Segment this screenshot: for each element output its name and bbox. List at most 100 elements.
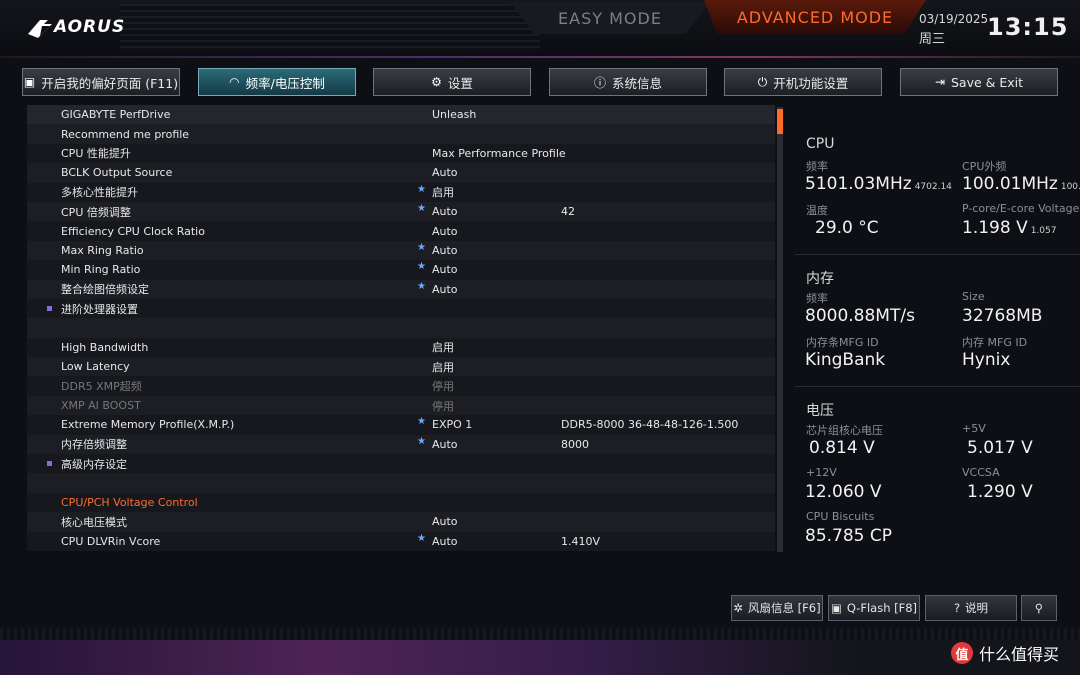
star-icon: ★ (417, 416, 426, 428)
search-button[interactable]: ⚲ (1021, 595, 1057, 621)
easy-mode-button[interactable]: EASY MODE (510, 2, 710, 34)
star-icon: ★ (417, 435, 426, 447)
info-divider (795, 386, 1080, 387)
setting-row-recommend-profile[interactable]: Recommend me profile (27, 124, 775, 144)
section-title: CPU/PCH Voltage Control (61, 496, 198, 509)
setting-row-vcore-mode[interactable]: 核心电压模式 Auto (27, 512, 775, 532)
watermark-text: 什么值得买 (979, 645, 1060, 664)
tab-frequency-voltage[interactable]: ◠ 频率/电压控制 (198, 68, 356, 96)
cpu-temp-label: 温度 (806, 204, 828, 217)
setting-row-cpu-boost[interactable]: CPU 性能提升 Max Performance Profile (27, 143, 775, 164)
setting-name: CPU 倍频调整 (61, 205, 131, 219)
setting-value[interactable]: Auto (432, 283, 458, 296)
setting-value[interactable]: Auto (432, 535, 458, 548)
search-icon: ⚲ (1034, 601, 1044, 615)
help-icon: ? (953, 601, 961, 615)
setting-row-ddr5-xmp: DDR5 XMP超频 停用 (27, 376, 775, 396)
setting-value[interactable]: Unleash (432, 108, 476, 121)
watermark-badge: 值 (951, 642, 973, 664)
tab-save-exit[interactable]: ⇥ Save & Exit (900, 68, 1058, 96)
v12-label: +12V (806, 466, 837, 479)
cpu-bclk-value: 100.01MHz100.0 (962, 174, 1080, 194)
memory-mfg-label: 内存条MFG ID (806, 336, 879, 349)
setting-name: 整合绘图倍频设定 (61, 283, 149, 297)
setting-row-xmp-profile[interactable]: Extreme Memory Profile(X.M.P.) ★ EXPO 1 … (27, 415, 775, 435)
setting-row-perfdrive[interactable]: GIGABYTE PerfDrive Unleash (27, 105, 775, 125)
setting-name: Max Ring Ratio (61, 243, 144, 257)
cpu-section-title: CPU (806, 136, 835, 152)
tab-boot[interactable]: ⏻ 开机功能设置 (724, 68, 882, 96)
setting-name: High Bandwidth (61, 340, 149, 354)
help-label: 说明 (965, 601, 989, 615)
scrollbar-thumb[interactable] (777, 109, 783, 134)
memory-mfg-value: KingBank (805, 350, 886, 370)
qflash-button[interactable]: ▣ Q-Flash [F8] (828, 595, 920, 621)
setting-name: 内存倍频调整 (61, 438, 127, 452)
exit-icon: ⇥ (934, 75, 945, 89)
settings-scrollbar[interactable] (777, 107, 783, 552)
setting-row-memory-ratio[interactable]: 内存倍频调整 ★ Auto 8000 (27, 434, 775, 455)
setting-row-multicore[interactable]: 多核心性能提升 ★ 启用 (27, 182, 775, 202)
setting-value[interactable]: Max Performance Profile (432, 147, 566, 160)
setting-value: 停用 (432, 399, 454, 413)
chip-icon: ▣ (830, 601, 842, 615)
setting-value[interactable]: 启用 (432, 339, 454, 355)
setting-row-cpu-ratio[interactable]: CPU 倍频调整 ★ Auto 42 (27, 201, 775, 222)
gear-icon: ⚙ (431, 75, 442, 89)
setting-value[interactable]: Auto (432, 515, 458, 528)
vccsa-value: 1.290 V (967, 482, 1033, 502)
setting-row-dlvrin-vcore[interactable]: CPU DLVRin Vcore ★ Auto 1.410V (27, 531, 775, 551)
setting-row-bclk-source[interactable]: BCLK Output Source Auto (27, 163, 775, 183)
help-button[interactable]: ? 说明 (925, 595, 1017, 621)
setting-value[interactable]: 启用 (432, 184, 454, 200)
tab-favorites[interactable]: ▣ 开启我的偏好页面 (F11) (22, 68, 180, 96)
memory-size-label: Size (962, 290, 985, 303)
setting-row-low-latency[interactable]: Low Latency 启用 (27, 357, 775, 377)
setting-row-xmp-ai-boost: XMP AI BOOST 停用 (27, 395, 775, 416)
memory-size-value: 32768MB (962, 306, 1043, 326)
setting-current-value: 42 (561, 205, 575, 219)
memory-freq-value: 8000.88MT/s (805, 306, 915, 326)
setting-value[interactable]: Auto (432, 166, 458, 179)
decorative-stripes (120, 4, 540, 52)
setting-value[interactable]: Auto (432, 438, 458, 451)
star-icon: ★ (417, 202, 426, 214)
date-display: 03/19/2025 (919, 12, 989, 26)
setting-name: BCLK Output Source (61, 166, 173, 180)
fan-info-button[interactable]: ✲ 风扇信息 [F6] (731, 595, 823, 621)
setting-row-igpu-ratio[interactable]: 整合绘图倍频设定 ★ Auto (27, 279, 775, 299)
setting-value[interactable]: Auto (432, 244, 458, 257)
watermark: 值 什么值得买 (951, 641, 1059, 665)
setting-row-advanced-cpu[interactable]: 进阶处理器设置 (27, 298, 775, 319)
setting-value[interactable]: Auto (432, 205, 458, 218)
tab-bar: ▣ 开启我的偏好页面 (F11) ◠ 频率/电压控制 ⚙ 设置 ⓘ 系统信息 ⏻… (22, 68, 1058, 96)
star-icon: ★ (417, 261, 426, 273)
setting-name: 多核心性能提升 (61, 186, 138, 200)
v5-value: 5.017 V (967, 438, 1033, 458)
setting-row-max-ring[interactable]: Max Ring Ratio ★ Auto (27, 240, 775, 261)
setting-row-min-ring[interactable]: Min Ring Ratio ★ Auto (27, 260, 775, 280)
setting-value[interactable]: Auto (432, 263, 458, 276)
setting-row-ecore-ratio[interactable]: Efficiency CPU Clock Ratio Auto (27, 221, 775, 241)
setting-row-advanced-memory[interactable]: 高级内存设定 (27, 454, 775, 474)
setting-value[interactable]: EXPO 1 (432, 418, 472, 431)
setting-name: Extreme Memory Profile(X.M.P.) (61, 418, 235, 432)
setting-row-high-bandwidth[interactable]: High Bandwidth 启用 (27, 337, 775, 358)
setting-name: Recommend me profile (61, 127, 190, 141)
biscuits-label: CPU Biscuits (806, 510, 875, 523)
setting-value[interactable]: 启用 (432, 359, 454, 375)
favorite-page-icon: ▣ (23, 75, 36, 89)
vccsa-label: VCCSA (962, 466, 1000, 479)
setting-row-empty (27, 473, 775, 493)
cpu-bclk-label: CPU外频 (962, 160, 1007, 173)
star-icon: ★ (417, 183, 426, 195)
decorative-stripes (0, 628, 1080, 640)
setting-value[interactable]: Auto (432, 225, 458, 238)
cpu-freq-value: 5101.03MHz 4702.14 (805, 174, 952, 194)
star-icon: ★ (417, 532, 426, 544)
advanced-mode-button[interactable]: ADVANCED MODE (704, 0, 926, 34)
tab-label: 开启我的偏好页面 (F11) (41, 75, 179, 91)
tab-system-info[interactable]: ⓘ 系统信息 (549, 68, 707, 96)
submenu-bullet-icon (47, 461, 52, 467)
tab-settings[interactable]: ⚙ 设置 (373, 68, 531, 96)
